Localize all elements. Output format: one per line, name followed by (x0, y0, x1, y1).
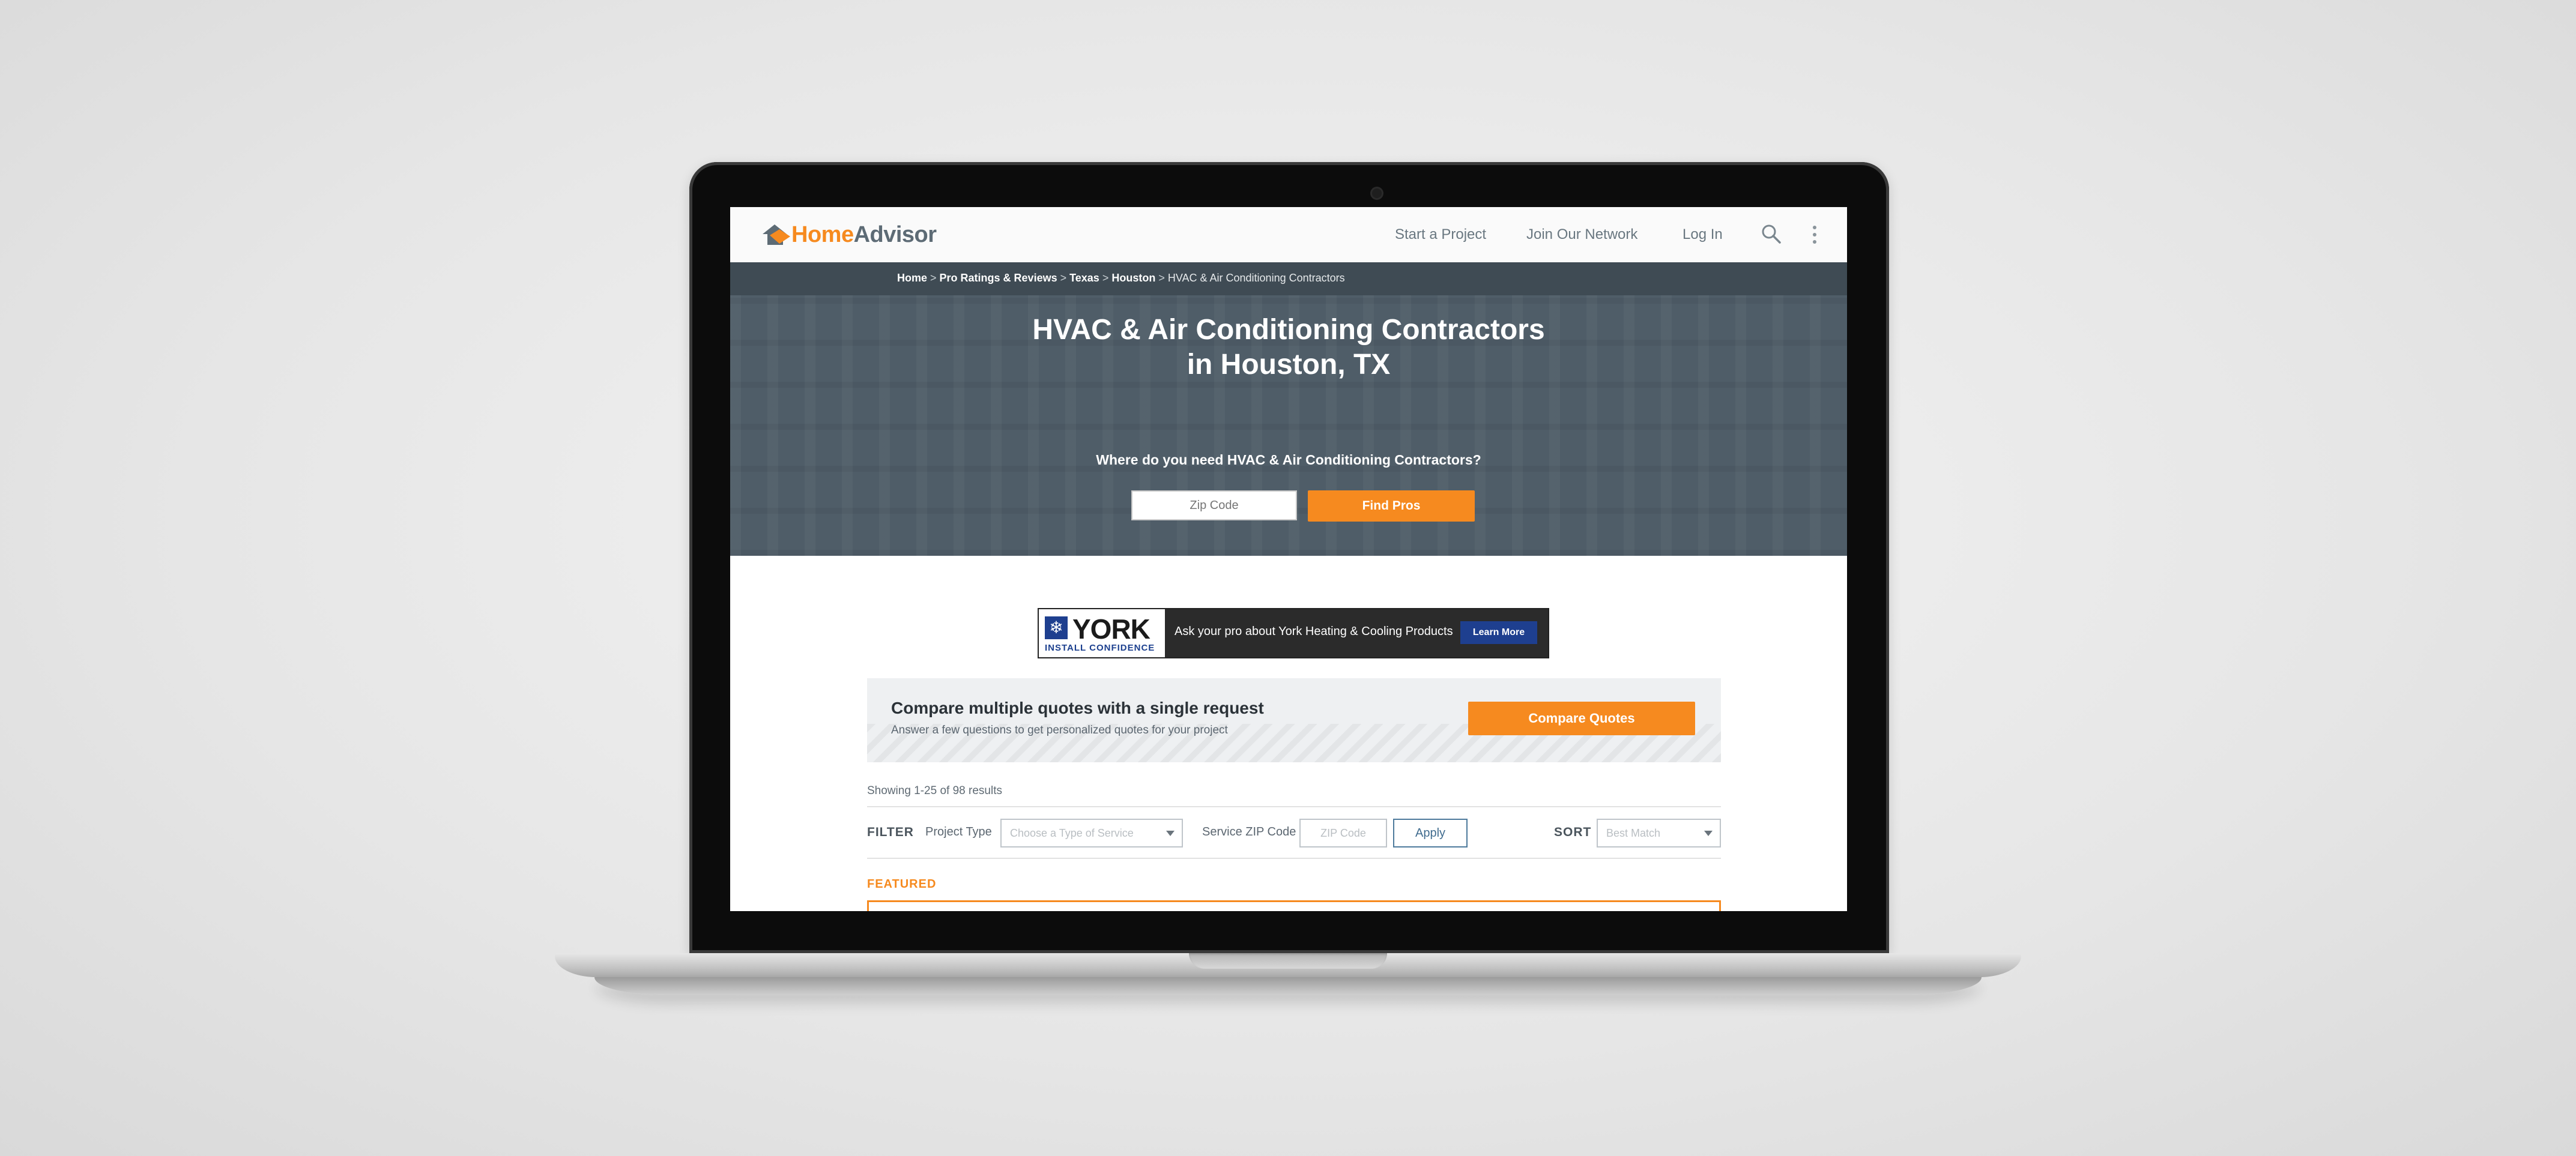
breadcrumb-houston[interactable]: Houston (1111, 272, 1155, 284)
homeadvisor-logo[interactable]: HomeAdvisor (761, 221, 937, 248)
learn-more-button[interactable]: Learn More (1460, 621, 1537, 644)
featured-label: FEATURED (867, 878, 937, 891)
sort-value: Best Match (1606, 827, 1661, 839)
service-zip-input[interactable]: ZIP Code (1299, 819, 1387, 847)
apply-button[interactable]: Apply (1393, 819, 1468, 847)
featured-pro-card[interactable] (867, 900, 1721, 911)
sort-select[interactable]: Best Match (1597, 819, 1721, 847)
compare-quotes-panel: Compare multiple quotes with a single re… (867, 678, 1721, 762)
breadcrumb-separator: > (930, 272, 937, 284)
house-logo-icon (763, 224, 790, 245)
project-type-select[interactable]: Choose a Type of Service (1000, 819, 1183, 847)
results-count: Showing 1-25 of 98 results (867, 784, 1002, 797)
page-title-line1: HVAC & Air Conditioning Contractors (1032, 314, 1545, 346)
breadcrumb-home[interactable]: Home (897, 272, 927, 284)
laptop-base-lip (594, 977, 1982, 995)
breadcrumb: Home > Pro Ratings & Reviews > Texas > Houston… (897, 272, 1345, 284)
nav-start-project[interactable]: Start a Project (1395, 226, 1486, 243)
ad-text: Ask your pro about York Heating & Coolin… (1175, 625, 1453, 638)
hero-subtitle: Where do you need HVAC & Air Conditionin… (1096, 452, 1481, 468)
project-type-placeholder: Choose a Type of Service (1010, 827, 1134, 839)
breadcrumb-separator: > (1102, 272, 1109, 284)
hero-section: Home > Pro Ratings & Reviews > Texas > Houston… (730, 262, 1847, 556)
page-title: HVAC & Air Conditioning Contractors in H… (730, 313, 1847, 382)
breadcrumb-pro-ratings[interactable]: Pro Ratings & Reviews (940, 272, 1057, 284)
divider (867, 806, 1721, 807)
dropdown-arrow-icon (1704, 831, 1713, 836)
page-title-line2: in Houston, TX (1187, 349, 1391, 381)
divider (867, 858, 1721, 859)
york-brand-text: YORK (1072, 613, 1150, 645)
york-logo: ❄ YORK INSTALL CONFIDENCE (1039, 609, 1165, 657)
breadcrumb-current: HVAC & Air Conditioning Contractors (1167, 272, 1345, 284)
webcam (1372, 188, 1382, 198)
compare-subtitle: Answer a few questions to get personaliz… (891, 724, 1228, 736)
breadcrumb-texas[interactable]: Texas (1069, 272, 1099, 284)
logo-home-text: Home (791, 221, 854, 247)
nav-log-in[interactable]: Log In (1683, 226, 1723, 243)
project-type-label: Project Type (925, 825, 992, 838)
breadcrumb-separator: > (1158, 272, 1165, 284)
browser-screen: HomeAdvisor Start a Project Join Our Net… (730, 207, 1847, 911)
breadcrumb-separator: > (1060, 272, 1067, 284)
zip-code-input[interactable] (1131, 490, 1297, 520)
site-header: HomeAdvisor Start a Project Join Our Net… (730, 207, 1847, 263)
york-tagline: INSTALL CONFIDENCE (1045, 643, 1155, 653)
compare-title: Compare multiple quotes with a single re… (891, 699, 1264, 717)
filter-label: FILTER (867, 825, 914, 839)
laptop-opening-notch (1189, 953, 1387, 969)
dropdown-arrow-icon (1166, 831, 1175, 836)
sort-label: SORT (1554, 825, 1592, 839)
nav-join-network[interactable]: Join Our Network (1526, 226, 1637, 243)
york-ad-banner[interactable]: ❄ YORK INSTALL CONFIDENCE Ask your pro a… (1038, 608, 1549, 658)
service-zip-label: Service ZIP Code (1202, 825, 1296, 838)
snowflake-icon: ❄ (1045, 616, 1068, 639)
breadcrumb-bar: Home > Pro Ratings & Reviews > Texas > Houston… (730, 262, 1847, 295)
logo-advisor-text: Advisor (853, 221, 937, 247)
find-pros-button[interactable]: Find Pros (1308, 490, 1475, 522)
search-icon[interactable] (1761, 223, 1782, 245)
compare-quotes-button[interactable]: Compare Quotes (1468, 702, 1695, 735)
more-vertical-icon[interactable] (1811, 224, 1818, 245)
